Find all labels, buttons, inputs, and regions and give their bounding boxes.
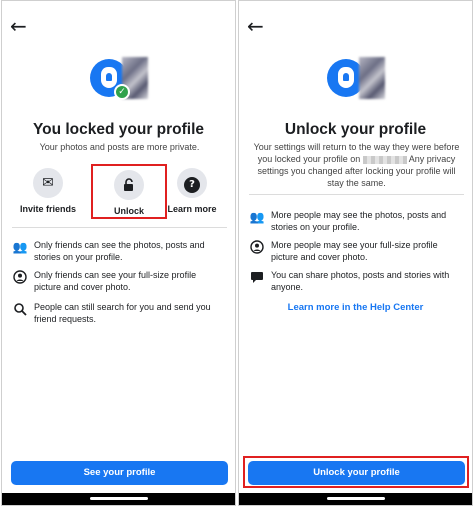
friends-icon: 👥 xyxy=(249,210,265,224)
info-text: Only friends can see the photos, posts a… xyxy=(34,240,205,262)
info-text: People can still search for you and send… xyxy=(34,302,211,324)
profile-icon xyxy=(249,239,265,255)
checkmark-icon: ✓ xyxy=(114,84,130,100)
info-text: Only friends can see your full-size prof… xyxy=(34,270,197,292)
redacted-date xyxy=(362,155,407,164)
help-center-link[interactable]: Learn more in the Help Center xyxy=(239,302,472,313)
info-text: You can share photos, posts and stories … xyxy=(271,270,450,292)
page-title: Unlock your profile xyxy=(284,121,427,138)
back-arrow-icon[interactable]: ← xyxy=(247,15,269,37)
page-description: Your settings will return to the way the… xyxy=(249,141,464,189)
profile-icon xyxy=(12,269,28,285)
page-subtitle: Your photos and posts are more private. xyxy=(39,142,200,152)
locked-profile-screen: ← ✓ You locked your profile Your photos … xyxy=(1,0,236,506)
envelope-icon: ✉ xyxy=(33,168,63,198)
unlock-icon xyxy=(114,170,144,200)
learn-more-label: Learn more xyxy=(167,204,217,214)
question-icon: ? xyxy=(177,168,207,198)
blurred-profile-photo xyxy=(359,57,385,99)
home-indicator[interactable] xyxy=(90,497,148,500)
home-indicator[interactable] xyxy=(327,497,385,500)
system-nav-bar xyxy=(2,493,235,505)
action-row: ✉ Invite friends Unlock ? Learn more xyxy=(2,164,235,219)
invite-friends-button[interactable]: ✉ Invite friends xyxy=(10,164,86,219)
divider xyxy=(249,194,464,195)
profile-lock-illustration xyxy=(325,57,389,103)
info-text: More people may see the photos, posts an… xyxy=(271,210,447,232)
invite-friends-label: Invite friends xyxy=(19,204,76,214)
divider xyxy=(12,227,227,228)
see-your-profile-button[interactable]: See your profile xyxy=(11,461,228,485)
search-icon xyxy=(12,301,28,317)
info-text: More people may see your full-size profi… xyxy=(271,240,438,262)
friends-icon: 👥 xyxy=(12,240,28,254)
chat-icon xyxy=(249,269,265,285)
back-arrow-icon[interactable]: ← xyxy=(10,15,32,37)
learn-more-button[interactable]: ? Learn more xyxy=(154,164,230,219)
unlock-your-profile-button[interactable]: Unlock your profile xyxy=(248,461,465,485)
system-nav-bar xyxy=(239,493,472,505)
profile-lock-illustration: ✓ xyxy=(88,57,152,103)
page-title: You locked your profile xyxy=(32,121,205,138)
unlock-profile-screen: ← Unlock your profile Your settings will… xyxy=(238,0,473,506)
